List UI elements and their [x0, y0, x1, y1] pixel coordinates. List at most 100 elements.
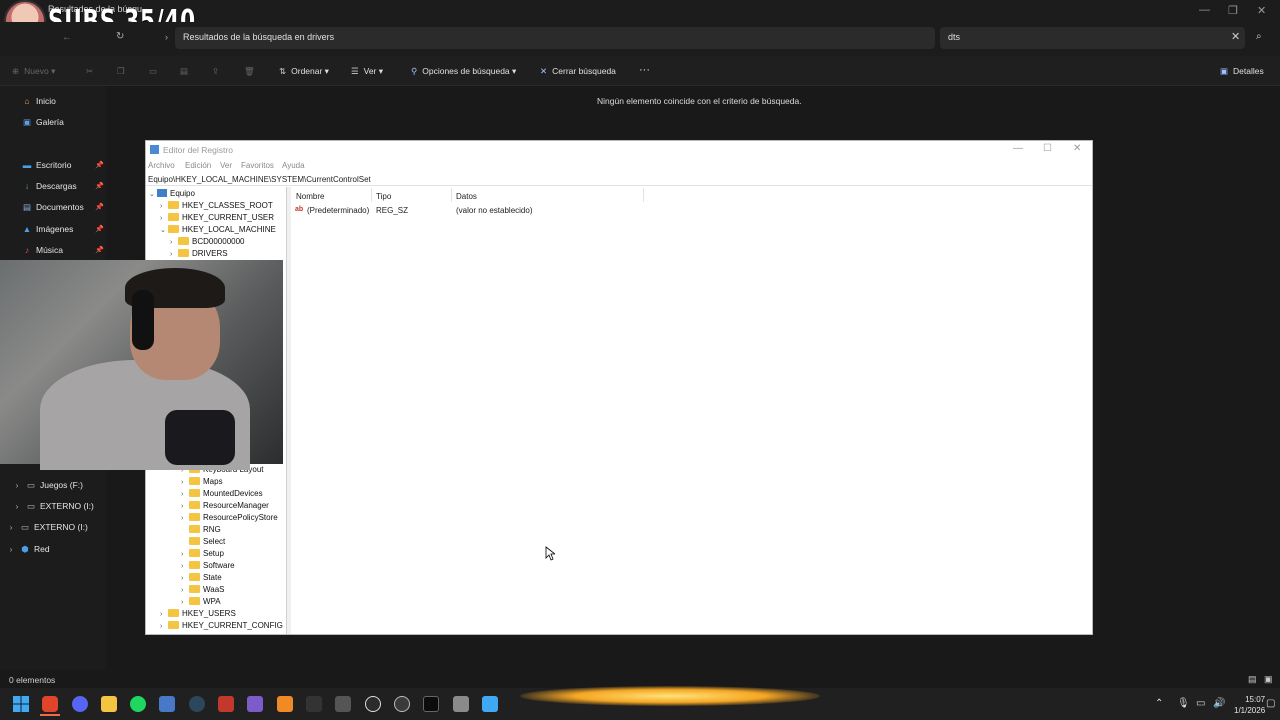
tree-node-mounted-devices[interactable]: › MountedDevices: [181, 489, 263, 498]
sidebar-item-red[interactable]: › ⬢ Red: [6, 544, 50, 555]
value-data: (valor no establecido): [456, 206, 533, 215]
tree-node-hkcc[interactable]: › HKEY_CURRENT_CONFIG: [160, 621, 283, 630]
sidebar-item-musica[interactable]: ♪ Música: [22, 245, 63, 255]
new-button[interactable]: ⊕ Nuevo ▾: [12, 66, 55, 77]
regedit-minimize-icon[interactable]: —: [1013, 143, 1023, 154]
tree-node-hku[interactable]: › HKEY_USERS: [160, 609, 236, 618]
regedit-maximize-icon[interactable]: ☐: [1043, 143, 1052, 154]
value-name[interactable]: (Predeterminado): [307, 206, 369, 215]
copy-icon[interactable]: ❐: [117, 66, 125, 77]
microphone-icon[interactable]: 🎙: [1177, 698, 1190, 709]
tree-node-resource-manager[interactable]: › ResourceManager: [181, 501, 269, 510]
tree-node-hkcr[interactable]: › HKEY_CLASSES_ROOT: [160, 201, 273, 210]
taskbar-clock[interactable]: 15:07 1/1/2026: [1234, 694, 1265, 716]
tree-node-setup[interactable]: › Setup: [181, 549, 224, 558]
column-divider[interactable]: [371, 188, 372, 202]
sidebar-item-imagenes[interactable]: ▲ Imágenes: [22, 224, 74, 234]
menu-edicion[interactable]: Edición: [185, 161, 211, 170]
terminal-icon[interactable]: [423, 696, 439, 712]
app-a-icon[interactable]: [277, 696, 293, 712]
sidebar-item-descargas[interactable]: ↓ Descargas: [22, 181, 77, 191]
sort-button[interactable]: ⇅ Ordenar ▾: [279, 66, 329, 77]
sidebar-item-galeria[interactable]: ▣ Galería: [22, 117, 64, 128]
close-search-button[interactable]: ✕ Cerrar búsqueda: [540, 66, 616, 77]
minimize-icon[interactable]: —: [1199, 4, 1210, 16]
column-divider[interactable]: [451, 188, 452, 202]
regedit-close-icon[interactable]: ✕: [1073, 143, 1081, 154]
obs-icon[interactable]: [394, 696, 410, 712]
clear-search-icon[interactable]: ✕: [1231, 30, 1240, 43]
expand-chevron-icon: ›: [181, 575, 184, 582]
menu-ver[interactable]: Ver: [220, 161, 232, 170]
refresh-icon[interactable]: ↻: [116, 31, 124, 42]
menu-archivo[interactable]: Archivo: [148, 161, 175, 170]
sidebar-item-inicio[interactable]: ⌂ Inicio: [22, 96, 55, 106]
more-options-button[interactable]: ···: [639, 64, 650, 76]
game-launcher-icon[interactable]: [218, 696, 234, 712]
tree-node-waas[interactable]: › WaaS: [181, 585, 225, 594]
app-n-icon[interactable]: [335, 696, 351, 712]
tree-node-rng[interactable]: RNG: [181, 525, 221, 534]
tree-node-select[interactable]: Select: [181, 537, 225, 546]
back-arrow-icon[interactable]: ←: [62, 32, 72, 43]
tree-node-maps[interactable]: › Maps: [181, 477, 223, 486]
column-divider[interactable]: [643, 188, 644, 202]
spotify-icon[interactable]: [130, 696, 146, 712]
share-icon[interactable]: ⇪: [212, 66, 219, 77]
display-icon[interactable]: ▭: [1196, 698, 1205, 709]
folder-icon: [178, 249, 189, 257]
tree-node-wpa[interactable]: › WPA: [181, 597, 221, 606]
network-app-icon[interactable]: [482, 696, 498, 712]
brave-browser-icon[interactable]: [42, 696, 58, 712]
expand-chevron-icon: ›: [160, 203, 163, 210]
tree-node-hkcu[interactable]: › HKEY_CURRENT_USER: [160, 213, 274, 222]
pane-splitter[interactable]: [287, 187, 291, 634]
paste-icon[interactable]: ▭: [149, 66, 157, 77]
chatgpt-icon[interactable]: [365, 696, 381, 712]
sidebar-item-documentos[interactable]: ▤ Documentos: [22, 202, 84, 213]
archive-icon[interactable]: [453, 696, 469, 712]
sidebar-item-escritorio[interactable]: ▬ Escritorio: [22, 160, 72, 170]
tree-node-equipo[interactable]: ⌄ Equipo: [149, 189, 195, 198]
tree-node-bcd[interactable]: › BCD00000000: [170, 237, 244, 246]
tree-node-hklm[interactable]: ⌄ HKEY_LOCAL_MACHINE: [160, 225, 276, 234]
file-explorer-icon[interactable]: [101, 696, 117, 712]
cut-icon[interactable]: ✂: [86, 66, 93, 77]
search-options-button[interactable]: ⚲ Opciones de búsqueda ▾: [411, 66, 516, 77]
app-b-icon[interactable]: [306, 696, 322, 712]
tiles-view-icon[interactable]: ▣: [1264, 674, 1273, 685]
folder-icon: [168, 201, 179, 209]
view-button[interactable]: ☰ Ver ▾: [351, 66, 383, 77]
maximize-icon[interactable]: ❐: [1228, 4, 1238, 17]
close-icon[interactable]: ✕: [1257, 4, 1266, 17]
tree-node-state[interactable]: › State: [181, 573, 222, 582]
vpn-icon[interactable]: [247, 696, 263, 712]
view-label: Ver: [363, 66, 377, 76]
search-input[interactable]: [940, 27, 1245, 49]
rename-icon[interactable]: ▤: [180, 66, 188, 77]
details-view-icon[interactable]: ▤: [1248, 674, 1257, 685]
tree-node-label: Select: [203, 537, 226, 546]
notification-icon[interactable]: ▢: [1266, 698, 1275, 709]
volume-icon[interactable]: 🔊: [1213, 698, 1225, 709]
start-windows-icon[interactable]: [13, 696, 29, 712]
details-button[interactable]: ▣ Detalles: [1220, 66, 1264, 77]
column-header-datos[interactable]: Datos: [456, 192, 477, 201]
tray-overflow-icon[interactable]: ⌃: [1155, 698, 1163, 709]
chat-app-icon[interactable]: [159, 696, 175, 712]
discord-icon[interactable]: [72, 696, 88, 712]
sidebar-drive-externo[interactable]: › ▭ EXTERNO (I:): [12, 501, 94, 512]
menu-ayuda[interactable]: Ayuda: [282, 161, 305, 170]
search-icon[interactable]: ⌕: [1256, 31, 1262, 42]
sidebar-drive-juegos[interactable]: › ▭ Juegos (F:): [12, 480, 83, 491]
column-header-nombre[interactable]: Nombre: [296, 192, 324, 201]
tree-node-resource-policy-store[interactable]: › ResourcePolicyStore: [181, 513, 278, 522]
delete-icon[interactable]: 🗑: [244, 66, 255, 77]
gallery-icon: ▣: [22, 117, 32, 127]
tree-node-software[interactable]: › Software: [181, 561, 235, 570]
sidebar-drive-externo-2[interactable]: › ▭ EXTERNO (I:): [6, 522, 88, 533]
menu-favoritos[interactable]: Favoritos: [241, 161, 274, 170]
steam-icon[interactable]: [189, 696, 205, 712]
column-header-tipo[interactable]: Tipo: [376, 192, 391, 201]
tree-node-drivers[interactable]: › DRIVERS: [170, 249, 228, 258]
